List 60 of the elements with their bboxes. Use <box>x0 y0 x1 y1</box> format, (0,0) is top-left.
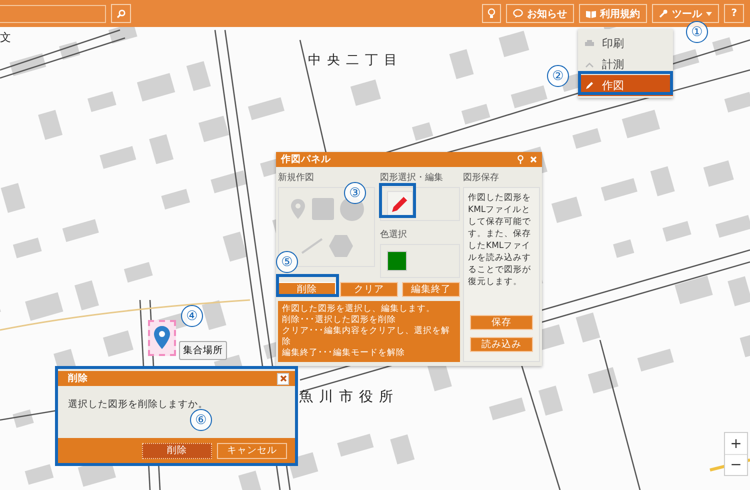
chevron-icon <box>585 62 594 68</box>
map-building <box>412 122 434 141</box>
map-building <box>198 116 230 142</box>
menu-item[interactable]: 計測 <box>578 54 673 75</box>
map-building <box>238 470 263 490</box>
pencil-icon <box>585 81 594 90</box>
map-building <box>712 37 734 56</box>
map-building <box>510 85 548 108</box>
highlight-frame <box>276 274 339 297</box>
save-panel-button[interactable]: 読み込み <box>470 337 533 352</box>
search-button[interactable] <box>111 4 131 23</box>
lightbulb-button[interactable] <box>482 4 502 23</box>
dialog-title: 削除 <box>68 372 89 385</box>
map-building <box>59 41 80 60</box>
pencil-icon <box>390 194 410 214</box>
save-panel-button[interactable]: 保存 <box>470 315 533 330</box>
printer-icon <box>585 40 594 48</box>
wrench-icon <box>659 9 668 18</box>
highway-line <box>710 458 750 472</box>
panel-title: 作図パネル <box>281 153 332 166</box>
map-building <box>613 239 634 258</box>
map-building <box>461 104 490 124</box>
map-pin-icon[interactable] <box>148 320 176 356</box>
lightbulb-icon <box>487 8 496 19</box>
dialog-button[interactable]: 削除 <box>142 442 212 458</box>
close-button[interactable] <box>277 372 289 384</box>
search-icon <box>116 8 126 18</box>
highlight-frame <box>379 183 416 218</box>
map-label: 魚川市役所 <box>299 388 399 406</box>
edit-pen-button[interactable] <box>387 191 413 217</box>
book-icon <box>586 10 596 18</box>
map-label: 文 <box>0 30 11 45</box>
menu-item[interactable]: 印刷 <box>578 33 673 54</box>
caret-icon <box>706 12 712 16</box>
pin-icon[interactable] <box>517 155 524 164</box>
map-building <box>728 276 750 306</box>
section-title: 図形保存 <box>463 172 500 184</box>
color-swatch[interactable] <box>387 251 407 271</box>
map-building <box>538 386 563 416</box>
dialog-button[interactable]: キャンセル <box>217 442 287 458</box>
close-icon[interactable] <box>530 156 537 163</box>
action-button[interactable]: クリア <box>340 282 398 297</box>
tools-button[interactable]: ツール <box>652 4 720 23</box>
speech-bubble-icon <box>513 9 524 18</box>
map-label: 中央二丁目 <box>308 52 403 69</box>
help-button[interactable]: ? <box>724 4 744 23</box>
section-title: 色選択 <box>380 228 408 241</box>
map-building <box>576 312 600 342</box>
terms-button[interactable]: 利用規約 <box>579 4 648 23</box>
map-building <box>12 409 34 428</box>
dialog-message: 選択した図形を削除しますか。 <box>68 399 208 410</box>
help-text: 作図した図形を選択し、編集します。 削除･･･選択した図形を削除 クリア･･･編集内容をクリアし、選択を解除 編集終了･･･編集モードを解除 <box>278 301 460 362</box>
search-field[interactable] <box>0 4 106 22</box>
action-button[interactable]: 編集終了 <box>402 282 460 297</box>
marker-label: 集合場所 <box>179 341 227 360</box>
section-title: 新規作図 <box>278 172 315 184</box>
notice-button[interactable]: お知らせ <box>506 4 574 23</box>
save-description: 作図した図形をKMLファイルとして保存可能です。また、保存したKMLファイルを読み込みすることで図形が復元します。 <box>468 192 532 288</box>
section-title: 図形選択・編集 <box>380 172 444 184</box>
map-building <box>222 232 248 262</box>
